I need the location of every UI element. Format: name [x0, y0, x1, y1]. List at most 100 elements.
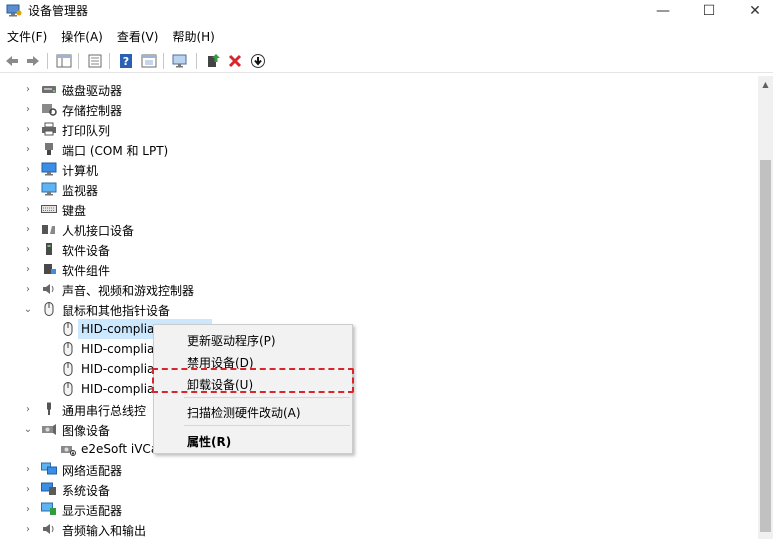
help-icon[interactable]: ?	[117, 52, 135, 70]
menu-help[interactable]: 帮助(H)	[165, 26, 221, 46]
view-resources-icon[interactable]	[140, 52, 158, 70]
back-arrow-icon[interactable]	[3, 52, 21, 70]
tree-item-print-queues[interactable]: › 打印队列	[0, 119, 758, 139]
forward-arrow-icon[interactable]	[24, 52, 42, 70]
tree-item-label: 存储控制器	[62, 104, 123, 118]
expand-chevron-icon[interactable]: ›	[22, 522, 34, 536]
tree-item-network-adapters[interactable]: › 网络适配器	[0, 459, 758, 479]
device-manager-app-icon	[6, 3, 22, 17]
tree-item-label: 磁盘驱动器	[62, 84, 123, 98]
scan-monitor-icon[interactable]	[171, 52, 189, 70]
tree-item-usb-controllers[interactable]: › 通用串行总线控	[0, 399, 758, 419]
tree-item-hid-mouse-3[interactable]: HID-complia	[0, 359, 758, 379]
tree-item-hid-mouse-2[interactable]: HID-complia	[0, 339, 758, 359]
scan-download-icon[interactable]	[249, 52, 267, 70]
tree-item-keyboards[interactable]: › 键盘	[0, 199, 758, 219]
toolbar-separator	[47, 53, 48, 69]
show-tree-icon[interactable]	[55, 52, 73, 70]
tree-item-label: HID-complia	[81, 322, 155, 336]
menu-action[interactable]: 操作(A)	[54, 26, 110, 46]
tree-item-label: 网络适配器	[62, 464, 123, 478]
expand-chevron-icon[interactable]: ›	[22, 222, 34, 236]
tree-item-system-devices[interactable]: › 系统设备	[0, 479, 758, 499]
menu-file[interactable]: 文件(F)	[0, 26, 54, 46]
expand-chevron-icon[interactable]: ›	[22, 462, 34, 476]
tree-item-label: 音频输入和输出	[62, 524, 147, 538]
maximize-button[interactable]: ☐	[686, 0, 732, 22]
menu-bar: 文件(F) 操作(A) 查看(V) 帮助(H)	[0, 26, 773, 46]
tree-item-e2esoft-camera[interactable]: e2eSoft iVCa	[0, 439, 758, 459]
mouse-icon	[60, 342, 76, 356]
network-icon	[41, 462, 57, 476]
menu-view[interactable]: 查看(V)	[110, 26, 166, 46]
tree-item-computer[interactable]: › 计算机	[0, 159, 758, 179]
vertical-scrollbar[interactable]: ▲	[758, 76, 773, 539]
properties-icon[interactable]	[86, 52, 104, 70]
expand-chevron-icon[interactable]: ›	[22, 122, 34, 136]
tree-item-label: 鼠标和其他指针设备	[62, 304, 171, 318]
port-icon	[41, 142, 57, 156]
expand-chevron-icon[interactable]: ›	[22, 102, 34, 116]
tree-item-software-components[interactable]: › 软件组件	[0, 259, 758, 279]
tree-item-monitors[interactable]: › 监视器	[0, 179, 758, 199]
expand-chevron-icon[interactable]: ›	[22, 402, 34, 416]
title-bar: 设备管理器 — ☐ ✕	[0, 0, 773, 22]
menu-item-update-driver[interactable]: 更新驱动程序(P)	[155, 328, 353, 350]
tree-item-hid-mouse-4[interactable]: HID-complia	[0, 379, 758, 399]
expand-chevron-icon[interactable]: ›	[22, 262, 34, 276]
scroll-up-arrow-icon[interactable]: ▲	[758, 76, 773, 93]
menu-item-scan-hardware[interactable]: 扫描检测硬件改动(A)	[155, 400, 353, 422]
expand-chevron-icon[interactable]: ›	[22, 202, 34, 216]
tree-item-sound-video-game[interactable]: › 声音、视频和游戏控制器	[0, 279, 758, 299]
menu-item-label: 更新驱动程序(P)	[187, 334, 276, 348]
expand-chevron-icon[interactable]: ›	[22, 282, 34, 296]
tree-item-label: HID-complia	[81, 382, 155, 396]
close-button[interactable]: ✕	[732, 0, 773, 22]
tree-item-label: 图像设备	[62, 424, 111, 438]
tree-item-ports[interactable]: › 端口 (COM 和 LPT)	[0, 139, 758, 159]
expand-chevron-icon[interactable]: ›	[22, 502, 34, 516]
tree-item-audio-io[interactable]: › 音频输入和输出	[0, 519, 758, 539]
collapse-chevron-icon[interactable]: ⌄	[22, 422, 34, 436]
expand-chevron-icon[interactable]: ›	[22, 162, 34, 176]
expand-chevron-icon[interactable]: ›	[22, 242, 34, 256]
mouse-icon	[41, 302, 57, 316]
uninstall-x-icon[interactable]	[226, 52, 244, 70]
menu-separator	[184, 425, 350, 426]
tree-item-hid-mouse-1[interactable]: HID-complia	[0, 319, 758, 339]
tree-item-mice[interactable]: ⌄ 鼠标和其他指针设备	[0, 299, 758, 319]
toolbar-separator	[109, 53, 110, 69]
mouse-icon	[60, 362, 76, 376]
update-driver-icon[interactable]	[204, 52, 222, 70]
device-tree: › 磁盘驱动器 › 存储控制器 › 打印队列 › 端口 (COM 和 LPT) …	[0, 76, 758, 539]
menu-item-properties[interactable]: 属性(R)	[155, 429, 353, 451]
toolbar: ?	[0, 49, 773, 73]
scroll-thumb[interactable]	[760, 160, 771, 532]
tree-item-label: 监视器	[62, 184, 99, 198]
software-component-icon	[41, 262, 57, 276]
tree-item-display-adapters[interactable]: › 显示适配器	[0, 499, 758, 519]
minimize-button[interactable]: —	[640, 0, 686, 22]
uninstall-highlight-annotation	[152, 368, 354, 393]
tree-item-label: 软件组件	[62, 264, 111, 278]
tree-item-label: 显示适配器	[62, 504, 123, 518]
expand-chevron-icon[interactable]: ›	[22, 82, 34, 96]
toolbar-separator	[78, 53, 79, 69]
tree-item-label: HID-complia	[81, 342, 155, 356]
tree-item-imaging-devices[interactable]: ⌄ 图像设备	[0, 419, 758, 439]
expand-chevron-icon[interactable]: ›	[22, 182, 34, 196]
computer-icon	[41, 162, 57, 176]
tree-item-software-devices[interactable]: › 软件设备	[0, 239, 758, 259]
tree-item-label: 软件设备	[62, 244, 111, 258]
tree-item-disk-drives[interactable]: › 磁盘驱动器	[0, 79, 758, 99]
menu-item-label: 属性(R)	[187, 435, 232, 449]
expand-chevron-icon[interactable]: ›	[22, 142, 34, 156]
expand-chevron-icon[interactable]: ›	[22, 482, 34, 496]
collapse-chevron-icon[interactable]: ⌄	[22, 302, 34, 316]
usb-icon	[41, 402, 57, 416]
tree-item-hid[interactable]: › 人机接口设备	[0, 219, 758, 239]
menu-separator	[184, 397, 350, 398]
toolbar-separator	[196, 53, 197, 69]
tree-item-storage-controllers[interactable]: › 存储控制器	[0, 99, 758, 119]
keyboard-icon	[41, 202, 57, 216]
